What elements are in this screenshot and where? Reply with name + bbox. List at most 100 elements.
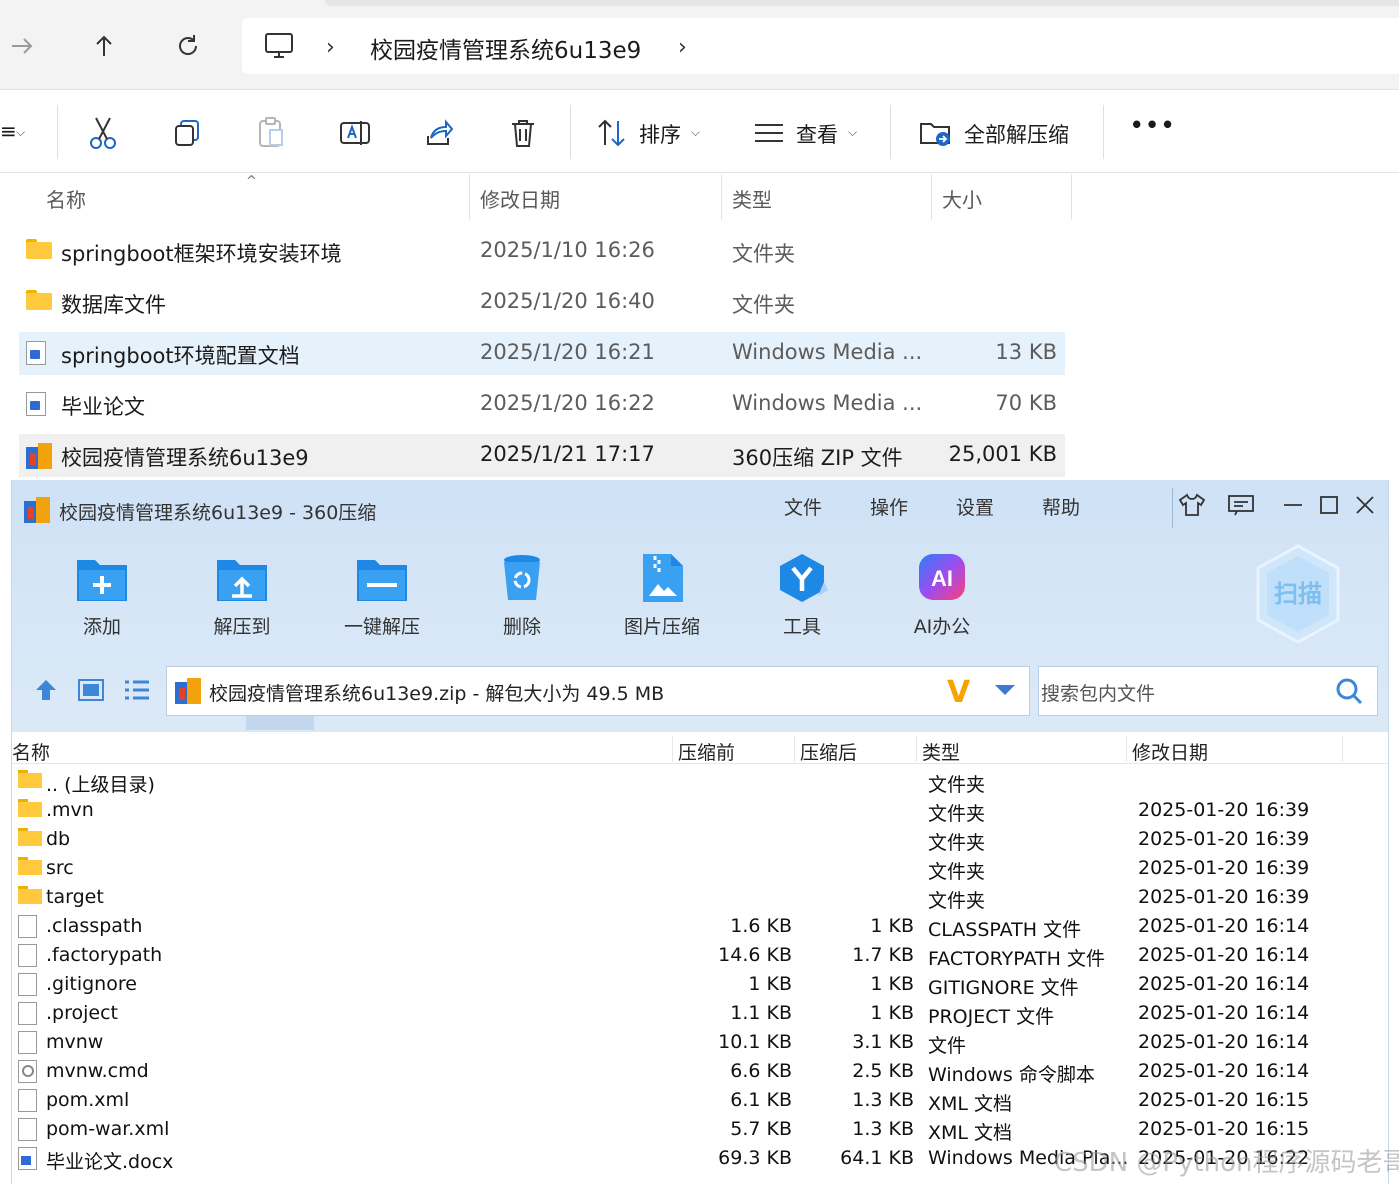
minimize-icon[interactable] <box>1276 490 1310 520</box>
list-view-icon[interactable] <box>122 675 152 705</box>
sort-button[interactable]: 排序 <box>639 119 681 149</box>
extract-to-tool-button[interactable]: 解压到 <box>182 548 302 642</box>
forward-arrow-icon[interactable] <box>2 26 42 66</box>
entry-type: 文件夹 <box>928 803 986 825</box>
column-divider[interactable] <box>1071 174 1072 220</box>
zip-row[interactable]: mvnw 10.1 KB 3.1 KB 文件 2025-01-20 16:14 <box>12 1028 1388 1057</box>
image-compress-tool-button[interactable]: 图片压缩 <box>602 548 722 642</box>
menu-operate[interactable]: 操作 <box>870 493 908 520</box>
column-divider[interactable] <box>672 736 673 762</box>
scroll-indicator <box>246 716 314 730</box>
column-divider[interactable] <box>916 736 917 762</box>
file-row[interactable]: springboot框架环境安装环境 2025/1/10 16:26 文件夹 <box>19 230 1065 273</box>
menu-help[interactable]: 帮助 <box>1042 493 1080 520</box>
column-divider[interactable] <box>721 174 722 220</box>
skin-shirt-icon[interactable] <box>1175 490 1209 520</box>
add-tool-button[interactable]: 添加 <box>42 548 162 642</box>
new-button-fragment[interactable]: ≡ <box>0 119 17 143</box>
column-divider[interactable] <box>1126 736 1127 762</box>
column-divider[interactable] <box>1342 736 1343 762</box>
column-divider[interactable] <box>469 174 470 220</box>
file-row[interactable]: 数据库文件 2025/1/20 16:40 文件夹 <box>19 281 1065 324</box>
chevron-down-icon[interactable]: ⌵ <box>848 125 857 140</box>
zip-row[interactable]: .. (上级目录) 文件夹 <box>12 767 1388 796</box>
delete-icon[interactable] <box>505 115 541 151</box>
zip-row[interactable]: .factorypath 14.6 KB 1.7 KB FACTORYPATH … <box>12 941 1388 970</box>
scan-button[interactable]: 扫描 <box>1255 544 1341 644</box>
menu-settings[interactable]: 设置 <box>956 493 994 520</box>
tools-tool-button[interactable]: 工具 <box>742 548 862 642</box>
archive-path-bar[interactable]: 校园疫情管理系统6u13e9.zip - 解包大小为 49.5 MB V <box>166 666 1030 716</box>
archive-search-input[interactable]: 搜索包内文件 <box>1038 666 1378 716</box>
address-bar[interactable]: › 校园疫情管理系统6u13e9 › <box>242 18 1399 74</box>
scan-label: 扫描 <box>1274 580 1322 608</box>
view-icon[interactable] <box>751 115 787 151</box>
column-type[interactable]: 类型 <box>732 184 772 213</box>
tool-label: AI办公 <box>913 616 971 638</box>
entry-size-before: 69.3 KB <box>718 1147 792 1169</box>
entry-date: 2025-01-20 16:14 <box>1138 915 1310 937</box>
zip-column-name[interactable]: 名称 <box>12 738 50 765</box>
file-row[interactable]: 毕业论文 2025/1/20 16:22 Windows Media ... 7… <box>19 383 1065 426</box>
feedback-icon[interactable] <box>1224 490 1258 520</box>
refresh-icon[interactable] <box>168 26 208 66</box>
zip-row[interactable]: db 文件夹 2025-01-20 16:39 <box>12 825 1388 854</box>
share-icon[interactable] <box>421 115 457 151</box>
zip-window-title: 校园疫情管理系统6u13e9 - 360压缩 <box>59 502 377 524</box>
column-name[interactable]: 名称 <box>46 184 86 213</box>
zip-row[interactable]: pom.xml 6.1 KB 1.3 KB XML 文档 2025-01-20 … <box>12 1086 1388 1115</box>
search-icon[interactable] <box>1335 677 1363 705</box>
menu-file[interactable]: 文件 <box>784 493 822 520</box>
dropdown-arrow-icon[interactable] <box>995 685 1015 695</box>
view-button[interactable]: 查看 <box>796 119 838 149</box>
up-level-icon[interactable] <box>31 675 61 705</box>
zip-column-before[interactable]: 压缩前 <box>678 738 735 765</box>
rename-icon[interactable] <box>337 115 373 151</box>
zip-row[interactable]: target 文件夹 2025-01-20 16:39 <box>12 883 1388 912</box>
zip-row[interactable]: .mvn 文件夹 2025-01-20 16:39 <box>12 796 1388 825</box>
zip-column-type[interactable]: 类型 <box>922 738 960 765</box>
zip-row[interactable]: mvnw.cmd 6.6 KB 2.5 KB Windows 命令脚本 2025… <box>12 1057 1388 1086</box>
chevron-down-icon[interactable]: ⌵ <box>16 125 25 140</box>
entry-name: .mvn <box>46 799 94 821</box>
entry-date: 2025-01-20 16:39 <box>1138 886 1310 908</box>
entry-type: 文件 <box>928 1035 967 1057</box>
more-options-button[interactable]: ••• <box>1130 113 1176 137</box>
column-date[interactable]: 修改日期 <box>480 184 560 213</box>
chevron-right-icon[interactable]: › <box>326 35 335 60</box>
ai-office-tool-button[interactable]: AI AI办公 <box>882 548 1002 642</box>
entry-name: db <box>46 828 71 850</box>
extract-folder-icon[interactable] <box>918 115 954 151</box>
zip-column-after[interactable]: 压缩后 <box>800 738 857 765</box>
zip-row[interactable]: .classpath 1.6 KB 1 KB CLASSPATH 文件 2025… <box>12 912 1388 941</box>
folder-icon <box>26 290 52 310</box>
chevron-right-icon[interactable]: › <box>678 35 687 60</box>
zip-column-date[interactable]: 修改日期 <box>1132 738 1208 765</box>
close-icon[interactable] <box>1348 490 1382 520</box>
one-click-extract-tool-button[interactable]: 一键解压 <box>322 548 442 642</box>
zip-row[interactable]: .project 1.1 KB 1 KB PROJECT 文件 2025-01-… <box>12 999 1388 1028</box>
column-divider[interactable] <box>931 174 932 220</box>
file-row-hovered[interactable]: 校园疫情管理系统6u13e9 2025/1/21 17:17 360压缩 ZIP… <box>19 434 1065 477</box>
zip-row[interactable]: .gitignore 1 KB 1 KB GITIGNORE 文件 2025-0… <box>12 970 1388 999</box>
column-size[interactable]: 大小 <box>942 184 982 213</box>
chevron-down-icon[interactable]: ⌵ <box>691 125 700 140</box>
entry-type: XML 文档 <box>928 1122 1013 1144</box>
entry-size-after: 64.1 KB <box>840 1147 914 1169</box>
maximize-icon[interactable] <box>1312 490 1346 520</box>
thumbnail-view-icon[interactable] <box>76 675 106 705</box>
column-divider[interactable] <box>794 736 795 762</box>
file-row-selected[interactable]: springboot环境配置文档 2025/1/20 16:21 Windows… <box>19 332 1065 375</box>
breadcrumb-folder[interactable]: 校园疫情管理系统6u13e9 <box>370 31 641 65</box>
cut-icon[interactable] <box>85 115 121 151</box>
entry-date: 2025-01-20 16:39 <box>1138 857 1310 879</box>
sort-icon[interactable] <box>594 115 630 151</box>
copy-icon[interactable] <box>169 115 205 151</box>
zip-row[interactable]: pom-war.xml 5.7 KB 1.3 KB XML 文档 2025-01… <box>12 1115 1388 1144</box>
up-arrow-icon[interactable] <box>84 26 124 66</box>
delete-tool-button[interactable]: 删除 <box>462 548 582 642</box>
zip-icon <box>26 443 52 469</box>
v-logo-icon[interactable]: V <box>947 675 970 710</box>
zip-row[interactable]: src 文件夹 2025-01-20 16:39 <box>12 854 1388 883</box>
extract-all-button[interactable]: 全部解压缩 <box>964 119 1069 149</box>
